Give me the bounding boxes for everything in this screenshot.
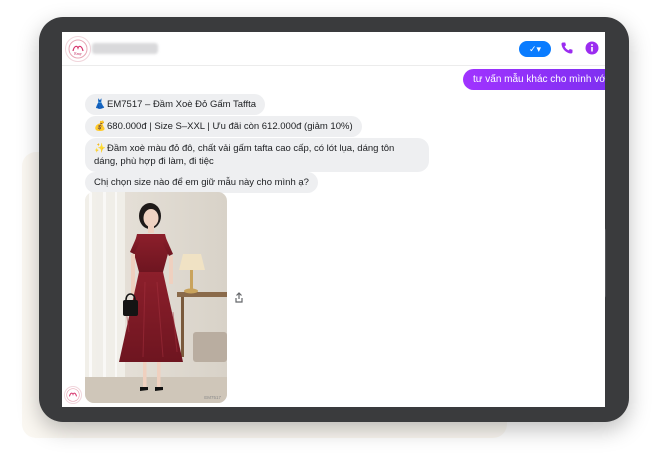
- dress-emoji: 👗: [94, 99, 106, 110]
- product-image[interactable]: EM7517: [85, 192, 227, 403]
- info-icon[interactable]: [585, 41, 599, 55]
- dress-photo: EM7517: [85, 192, 227, 403]
- avatar-logo: Emy: [68, 39, 88, 59]
- sparkles-emoji: ✨: [94, 143, 106, 154]
- received-message[interactable]: Chị chọn size nào để em giữ mẫu này cho …: [85, 172, 318, 193]
- message-text: EM7517 – Đầm Xoè Đỏ Gấm Taffta: [107, 99, 257, 110]
- messenger-screen: Emy ✓▾ tư vấn mẫu khác cho mình với 👗EM7…: [62, 32, 605, 407]
- svg-text:Emy: Emy: [74, 51, 82, 56]
- message-text: 680.000đ | Size S–XXL | Ưu đãi còn 612.0…: [107, 121, 353, 132]
- message-text: Đầm xoè màu đỏ đô, chất vải gấm tafta ca…: [94, 143, 395, 167]
- contact-name[interactable]: [92, 43, 158, 54]
- avatar-logo: [66, 388, 80, 402]
- received-message[interactable]: 💰680.000đ | Size S–XXL | Ưu đãi còn 612.…: [85, 116, 362, 137]
- received-message[interactable]: 👗EM7517 – Đầm Xoè Đỏ Gấm Taffta: [85, 94, 266, 115]
- phone-icon[interactable]: [560, 41, 574, 55]
- money-bag-emoji: 💰: [94, 121, 106, 132]
- page-avatar[interactable]: Emy: [65, 36, 91, 62]
- sender-avatar[interactable]: [64, 386, 82, 404]
- sent-message[interactable]: tư vấn mẫu khác cho mình với: [463, 69, 605, 90]
- verify-button[interactable]: ✓▾: [519, 41, 551, 57]
- chat-header: Emy ✓▾: [62, 32, 605, 66]
- share-icon[interactable]: [234, 292, 244, 303]
- received-message[interactable]: ✨Đầm xoè màu đỏ đô, chất vải gấm tafta c…: [85, 138, 429, 172]
- image-caption: EM7517: [204, 395, 221, 400]
- message-text: Chị chọn size nào để em giữ mẫu này cho …: [94, 177, 309, 188]
